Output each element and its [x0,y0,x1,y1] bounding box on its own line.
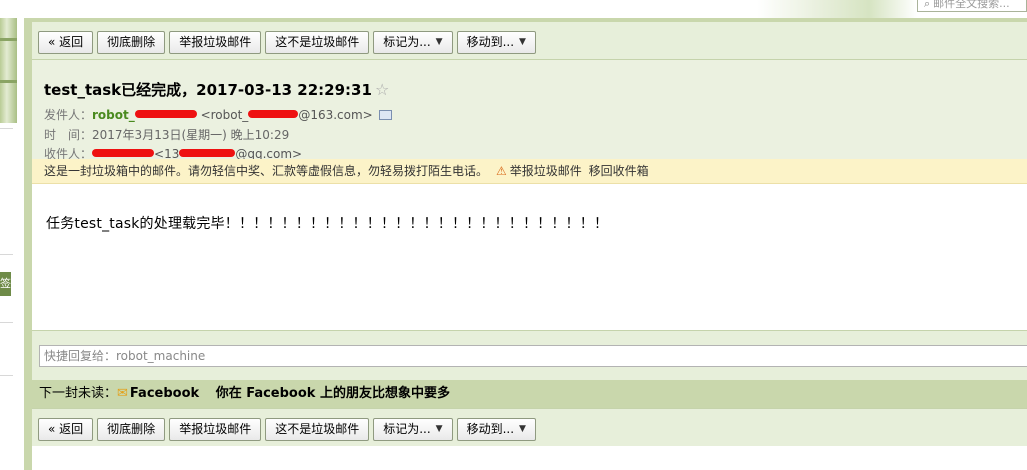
email-body: 任务test_task的处理载完毕！！！！！！！！！！！！！！！！！！！！！！！… [46,216,609,232]
move-to-inbox-link[interactable]: 移回收件箱 [589,164,649,178]
mail-content: « 返回 彻底删除 举报垃圾邮件 这不是垃圾邮件 标记为... ▼ 移动到... ▼… [32,22,1027,470]
chevron-down-icon: ▼ [519,424,526,434]
mail-frame: « 返回 彻底删除 举报垃圾邮件 这不是垃圾邮件 标记为... ▼ 移动到... ▼… [24,18,1027,470]
next-unread-subject[interactable]: 你在 Facebook 上的朋友比想象中要多 [216,386,450,401]
report-spam-button[interactable]: 举报垃圾邮件 [169,31,262,54]
email-header: test_task已经完成，2017-03-13 22:29:31 ☆ 发件人：r… [32,60,1027,161]
bamboo-node [0,38,17,41]
mark-as-dropdown[interactable]: 标记为... ▼ [373,418,453,441]
envelope-icon: ✉ [117,386,128,401]
chevron-down-icon: ▼ [435,424,443,434]
redaction-mark [134,110,197,118]
report-spam-link[interactable]: 举报垃圾邮件 [510,164,582,178]
delete-forever-button[interactable]: 彻底删除 [97,31,166,54]
subject-text: test_task已经完成，2017-03-13 22:29:31 [44,81,372,99]
redaction-mark [179,149,236,157]
quick-reply-area: 快捷回复给：robot_machine [32,330,1027,380]
report-spam-button[interactable]: 举报垃圾邮件 [169,418,262,441]
delete-forever-button[interactable]: 彻底删除 [97,418,166,441]
left-sidebar: 签 [0,18,24,470]
back-button[interactable]: « 返回 [38,31,94,54]
sidebar-divider [0,254,13,255]
next-unread-sender[interactable]: Facebook [130,386,199,401]
sender-label: 发件人： [44,108,93,122]
search-icon: ⌕ [924,0,931,10]
time-value: 2017年3月13日(星期一) 晚上10:29 [92,128,290,142]
star-icon[interactable]: ☆ [375,80,389,99]
quick-reply-input[interactable]: 快捷回复给：robot_machine [39,345,1027,367]
time-label: 时 间： [44,128,93,142]
mark-as-dropdown[interactable]: 标记为... ▼ [373,31,453,54]
next-unread-label: 下一封未读： [39,386,118,401]
time-row: 时 间：2017年3月13日(星期一) 晚上10:29 [44,126,289,143]
warning-icon: ⚠ [496,164,507,178]
mark-as-label: 标记为... [383,35,431,49]
sender-address-suffix: @163.com> [298,108,373,122]
sidebar-tag[interactable]: 签 [0,272,11,296]
spam-warning-text: 这是一封垃圾箱中的邮件。请勿轻信中奖、汇款等虚假信息，勿轻易拨打陌生电话。 [44,164,489,178]
move-to-label: 移动到... [466,422,515,436]
search-placeholder: 邮件全文搜索... [933,0,1010,10]
decorative-banner [757,0,917,18]
spam-warning-bar: 这是一封垃圾箱中的邮件。请勿轻信中奖、汇款等虚假信息，勿轻易拨打陌生电话。 ⚠ 举报… [32,159,1027,184]
move-to-dropdown[interactable]: 移动到... ▼ [456,31,536,54]
bamboo-node [0,80,17,83]
back-button[interactable]: « 返回 [38,418,94,441]
not-spam-button[interactable]: 这不是垃圾邮件 [265,418,370,441]
sidebar-divider [0,322,13,323]
toolbar-top: « 返回 彻底删除 举报垃圾邮件 这不是垃圾邮件 标记为... ▼ 移动到... ▼ [32,22,1027,60]
contact-card-icon[interactable] [378,110,392,120]
sidebar-divider [0,375,13,376]
top-strip: ⌕ 邮件全文搜索... [0,0,1027,18]
not-spam-button[interactable]: 这不是垃圾邮件 [265,31,370,54]
sender-row: 发件人：robot_ <robot_ @163.com> [44,106,392,123]
search-input[interactable]: ⌕ 邮件全文搜索... [917,0,1027,12]
move-to-label: 移动到... [466,35,515,49]
redaction-mark [92,149,155,157]
bamboo-decoration [0,18,17,123]
mark-as-label: 标记为... [383,422,431,436]
toolbar-bottom: « 返回 彻底删除 举报垃圾邮件 这不是垃圾邮件 标记为... ▼ 移动到... ▼ [32,408,1027,446]
chevron-down-icon: ▼ [519,37,526,47]
move-to-dropdown[interactable]: 移动到... ▼ [456,418,536,441]
next-unread-bar: 下一封未读：✉ Facebook 你在 Facebook 上的朋友比想象中要多 [32,380,1027,408]
redaction-mark [248,110,299,118]
email-subject: test_task已经完成，2017-03-13 22:29:31 ☆ [44,79,389,100]
sidebar-divider [0,128,13,129]
sender-name[interactable]: robot_ [92,108,135,122]
sender-address-prefix: <robot_ [200,108,249,122]
chevron-down-icon: ▼ [435,37,443,47]
